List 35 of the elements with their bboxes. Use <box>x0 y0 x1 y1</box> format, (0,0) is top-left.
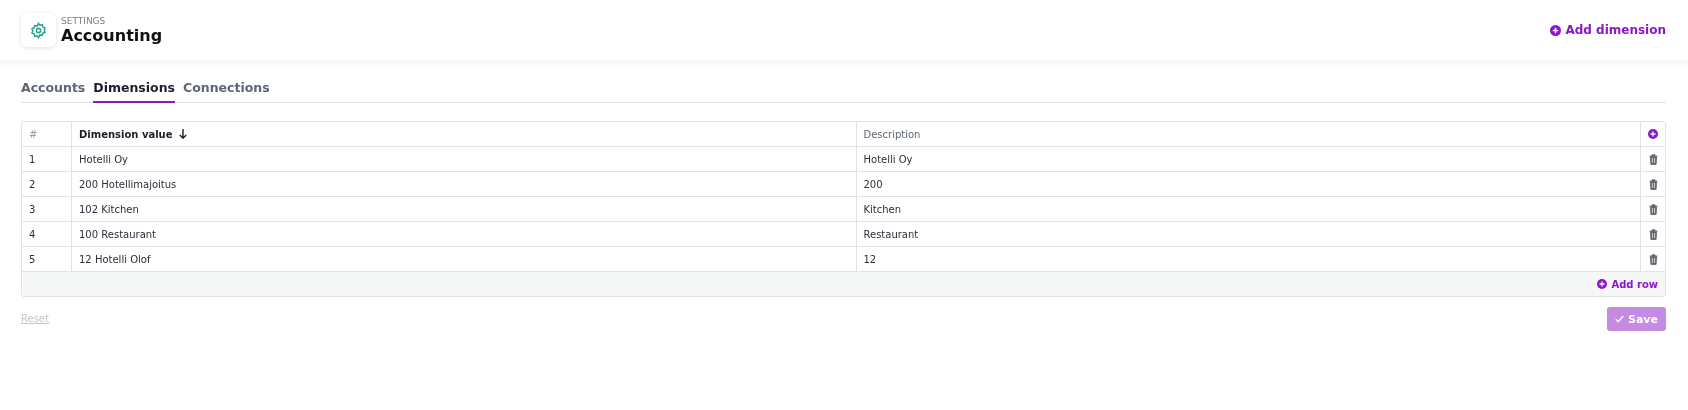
table-cell: Kitchen <box>856 197 1641 221</box>
table-cell: Restaurant <box>856 222 1641 246</box>
trash-icon[interactable] <box>1648 153 1658 165</box>
trash-icon[interactable] <box>1648 203 1658 215</box>
table-cell: 100 Restaurant <box>72 222 857 246</box>
tab[interactable]: Dimensions <box>93 78 175 103</box>
plus-circle-icon <box>1550 24 1562 36</box>
table-cell: 200 Hotellimajoitus <box>72 172 857 196</box>
page-overline: SETTINGS <box>61 15 107 26</box>
plus-circle-icon <box>1648 129 1658 139</box>
table-cell: 12 Hotelli Olof <box>72 247 857 271</box>
tab[interactable]: Connections <box>183 78 270 103</box>
add-dimension-button[interactable]: Add dimension <box>1550 23 1666 37</box>
add-row-button[interactable]: Add row <box>1597 278 1658 290</box>
column-header[interactable]: Description <box>856 122 1641 146</box>
trash-icon[interactable] <box>1648 228 1658 240</box>
trash-icon[interactable] <box>1648 178 1658 190</box>
table-cell: 200 <box>856 172 1641 196</box>
table-cell: 4 <box>22 222 72 246</box>
page-title: Accounting <box>61 25 163 45</box>
table-cell: Hotelli Oy <box>856 147 1641 171</box>
table-cell: Hotelli Oy <box>72 147 857 171</box>
check-icon <box>1615 315 1624 323</box>
table-cell: 3 <box>22 197 72 221</box>
trash-icon[interactable] <box>1648 253 1658 265</box>
table-cell: 5 <box>22 247 72 271</box>
plus-circle-icon <box>1597 279 1608 289</box>
table-cell: 102 Kitchen <box>72 197 857 221</box>
column-header[interactable]: Dimension value <box>72 122 857 146</box>
tab[interactable]: Accounts <box>21 78 86 103</box>
sort-down-icon <box>178 129 187 139</box>
table-cell: 12 <box>856 247 1641 271</box>
table-cell: 2 <box>22 172 72 196</box>
settings-icon <box>30 21 47 39</box>
table-cell: 1 <box>22 147 72 171</box>
